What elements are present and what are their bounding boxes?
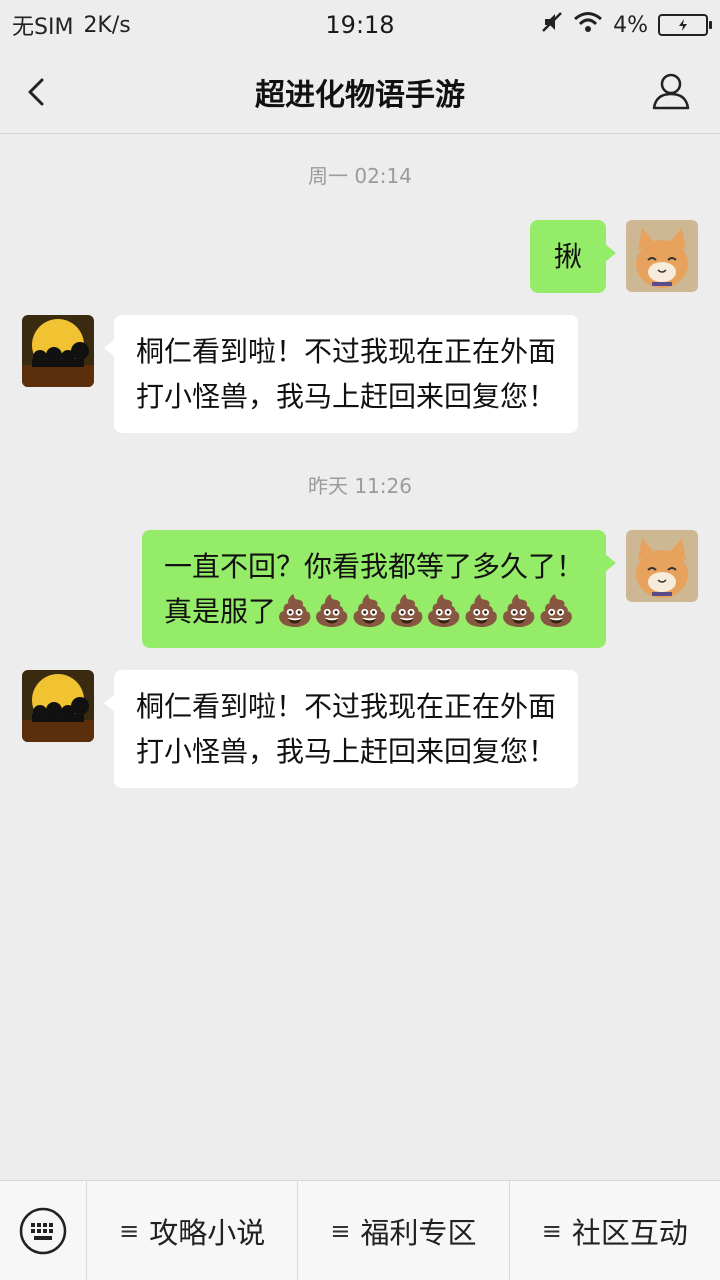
message-line: 真是服了 — [163, 595, 276, 628]
message-line: 打小怪兽，我马上赶回来回复您！ — [136, 735, 557, 768]
bot-avatar[interactable] — [22, 315, 94, 387]
game-avatar-icon — [22, 670, 94, 742]
keyboard-icon — [19, 1207, 67, 1254]
timestamp: 周一 02:14 — [308, 164, 412, 188]
menu-lines-icon: ≡ — [330, 1216, 351, 1245]
message-line: 桐仁看到啦！不过我现在正在外面 — [136, 335, 557, 368]
carrier-label: 无SIM — [12, 15, 74, 40]
keyboard-toggle-button[interactable] — [0, 1181, 86, 1280]
outgoing-message[interactable]: 揪 — [529, 220, 617, 293]
page-title: 超进化物语手游 — [255, 77, 465, 113]
network-speed: 2K/s — [83, 12, 131, 38]
incoming-message[interactable]: 桐仁看到啦！不过我现在正在外面 打小怪兽，我马上赶回来回复您！ — [103, 670, 579, 788]
incoming-message[interactable]: 桐仁看到啦！不过我现在正在外面 打小怪兽，我马上赶回来回复您！ — [103, 315, 579, 433]
menu-item-benefits[interactable]: ≡ 福利专区 — [297, 1180, 508, 1280]
battery-percent: 4% — [613, 12, 648, 38]
user-icon — [652, 73, 690, 110]
my-avatar[interactable] — [626, 530, 698, 602]
message-line: 一直不回？你看我都等了多久了！ — [163, 550, 584, 583]
timestamp: 昨天 11:26 — [308, 474, 412, 498]
message-text: 揪 — [553, 240, 582, 273]
menu-item-community[interactable]: ≡ 社区互动 — [508, 1180, 720, 1280]
cat-avatar-icon — [626, 220, 698, 292]
bot-avatar[interactable] — [22, 670, 94, 742]
cat-avatar-icon — [626, 530, 698, 602]
menu-lines-icon: ≡ — [541, 1216, 562, 1245]
status-bar: 无SIM 2K/s 4% — [0, 0, 720, 50]
message-line: 桐仁看到啦！不过我现在正在外面 — [136, 690, 557, 723]
outgoing-message[interactable]: 一直不回？你看我都等了多久了！ 真是服了💩💩💩💩💩💩💩💩 — [141, 530, 617, 648]
menu-item-label: 福利专区 — [360, 1215, 477, 1250]
my-avatar[interactable] — [626, 220, 698, 292]
wifi-icon — [573, 11, 603, 39]
battery-icon — [658, 14, 712, 36]
poop-emoji-icons: 💩💩💩💩💩💩💩💩 — [276, 594, 575, 629]
menu-item-guides[interactable]: ≡ 攻略小说 — [86, 1180, 297, 1280]
chevron-left-icon — [28, 78, 44, 106]
mute-icon — [541, 11, 563, 39]
menu-item-label: 社区互动 — [571, 1215, 688, 1250]
menu-lines-icon: ≡ — [119, 1216, 140, 1245]
nav-bar: 超进化物语手游 — [0, 50, 720, 134]
bottom-menu-bar: ≡ 攻略小说 ≡ 福利专区 ≡ 社区互动 — [0, 1180, 720, 1280]
back-button[interactable] — [20, 72, 60, 112]
menu-item-label: 攻略小说 — [149, 1215, 266, 1250]
profile-button[interactable] — [650, 70, 692, 112]
game-avatar-icon — [22, 315, 94, 387]
message-line: 打小怪兽，我马上赶回来回复您！ — [136, 380, 557, 413]
